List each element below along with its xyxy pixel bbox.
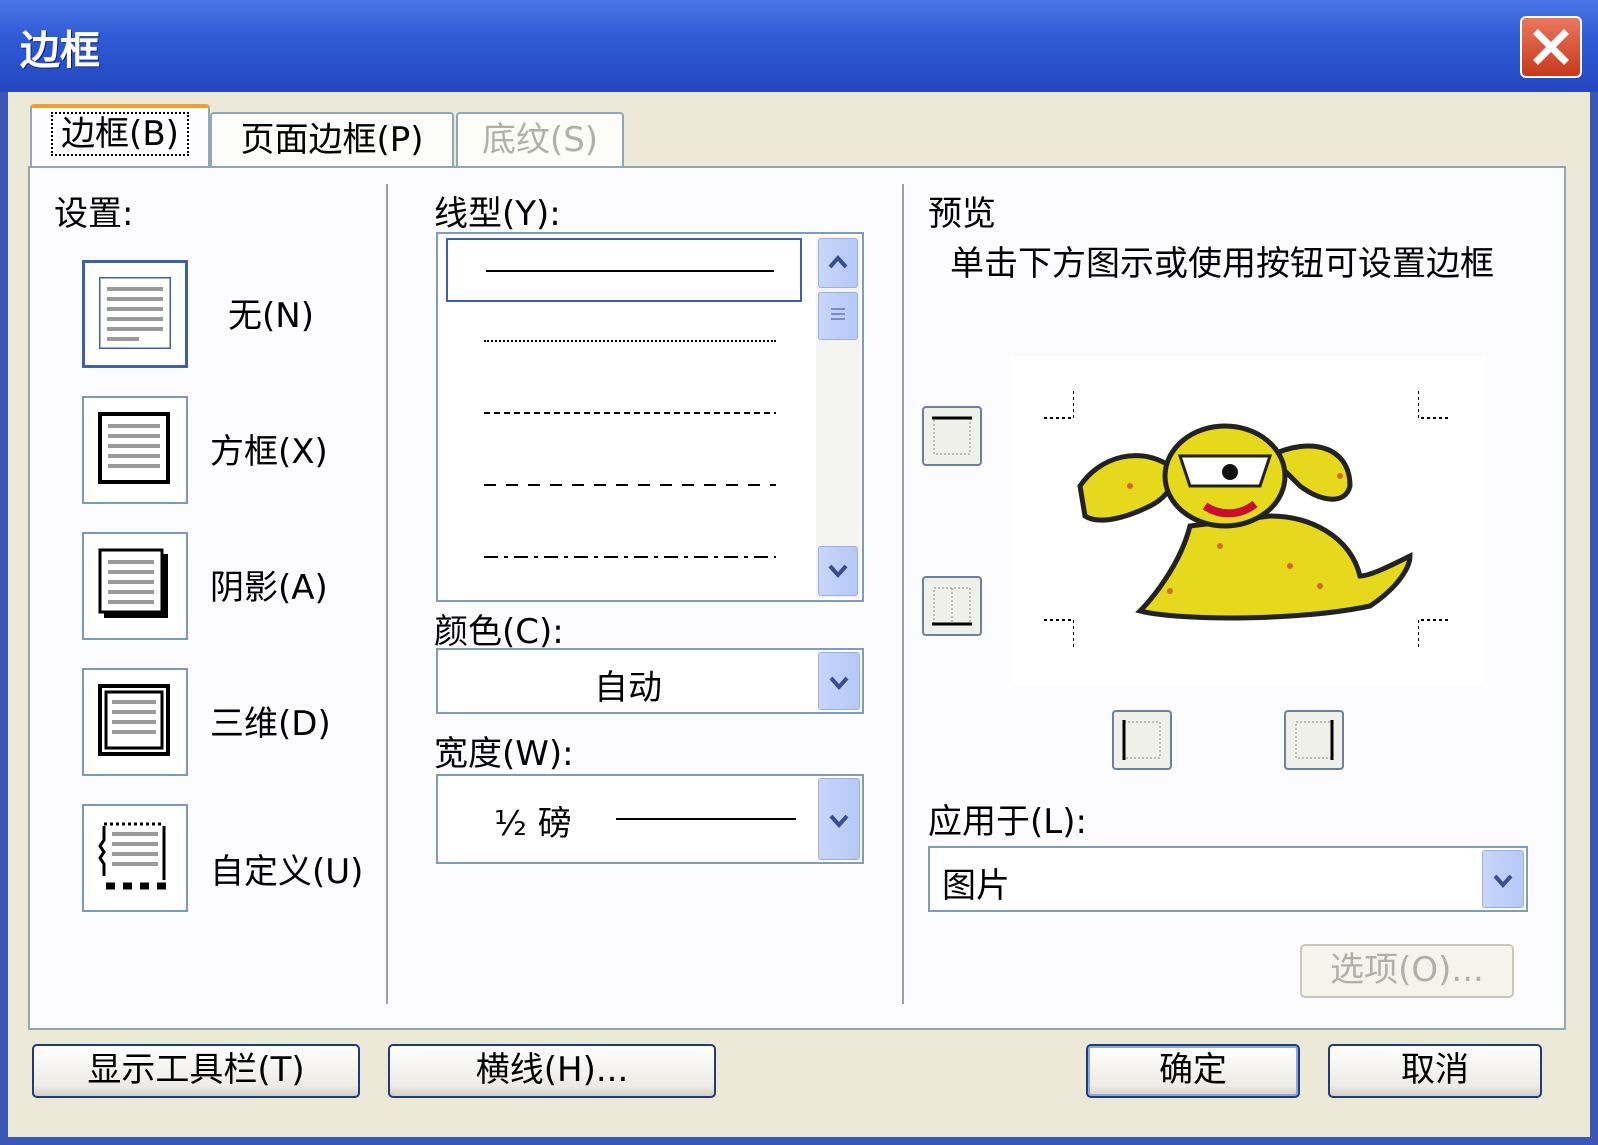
dialog-window: 边框 边框(B) 页面边框(P) 底纹(S) 设置: 无(N) 方框(X) 阴影… bbox=[0, 0, 1598, 1145]
setting-none-label[interactable]: 无(N) bbox=[228, 288, 314, 337]
horizontal-line-label: 横线(H)... bbox=[475, 1050, 629, 1090]
setting-none-button[interactable] bbox=[82, 260, 188, 368]
options-button: 选项(O)... bbox=[1300, 944, 1514, 998]
width-value: ½ 磅 bbox=[494, 804, 572, 844]
width-dropdown-arrow[interactable] bbox=[818, 778, 860, 860]
chevron-down-icon bbox=[1493, 874, 1513, 889]
setting-none-icon bbox=[99, 277, 171, 349]
apply-to-value: 图片 bbox=[942, 866, 1010, 906]
setting-3d-icon bbox=[98, 684, 170, 756]
border-bottom-button[interactable] bbox=[922, 576, 982, 636]
tab-borders-label: 边框(B) bbox=[51, 112, 189, 156]
title-bar: 边框 bbox=[0, 0, 1598, 92]
line-style-scrollbar[interactable] bbox=[816, 236, 860, 598]
border-bottom-icon bbox=[932, 587, 972, 626]
line-style-heading: 线型(Y): bbox=[434, 194, 561, 234]
border-right-icon bbox=[1295, 720, 1334, 760]
corner-mark bbox=[1418, 390, 1448, 419]
cancel-button[interactable]: 取消 bbox=[1328, 1044, 1542, 1098]
line-style-dashed-fine[interactable] bbox=[446, 382, 802, 446]
line-style-dashed[interactable] bbox=[446, 454, 802, 518]
border-top-button[interactable] bbox=[922, 406, 982, 466]
apply-to-dropdown[interactable]: 图片 bbox=[928, 846, 1528, 912]
ok-button[interactable]: 确定 bbox=[1086, 1044, 1300, 1098]
setting-custom-button[interactable] bbox=[82, 804, 188, 912]
color-dropdown[interactable]: 自动 bbox=[436, 648, 864, 714]
preview-hint: 单击下方图示或使用按钮可设置边框 bbox=[950, 244, 1494, 284]
divider bbox=[902, 184, 905, 1004]
scroll-thumb[interactable] bbox=[818, 292, 858, 340]
close-icon bbox=[1533, 29, 1569, 65]
color-value: 自动 bbox=[594, 668, 662, 708]
line-style-dash-dot[interactable] bbox=[446, 526, 802, 590]
dog-clipart-image bbox=[1077, 423, 1413, 621]
preview-heading: 预览 bbox=[928, 194, 996, 234]
tab-shading: 底纹(S) bbox=[456, 112, 624, 170]
tab-page-border-label: 页面边框(P) bbox=[240, 120, 424, 160]
line-style-list[interactable] bbox=[436, 232, 864, 602]
chevron-down-icon bbox=[829, 814, 849, 829]
dialog-title: 边框 bbox=[20, 28, 100, 74]
line-style-solid[interactable] bbox=[446, 238, 802, 302]
corner-mark bbox=[1418, 619, 1448, 648]
border-right-button[interactable] bbox=[1284, 710, 1344, 770]
show-toolbar-label: 显示工具栏(T) bbox=[87, 1050, 305, 1090]
ok-label: 确定 bbox=[1159, 1050, 1227, 1090]
setting-3d-label[interactable]: 三维(D) bbox=[210, 696, 331, 745]
cancel-label: 取消 bbox=[1401, 1050, 1469, 1090]
setting-custom-label[interactable]: 自定义(U) bbox=[210, 844, 363, 893]
width-heading: 宽度(W): bbox=[434, 734, 574, 774]
options-button-label: 选项(O)... bbox=[1330, 950, 1484, 990]
width-dropdown[interactable]: ½ 磅 bbox=[436, 774, 864, 864]
chevron-down-icon bbox=[829, 676, 849, 691]
line-style-dotted[interactable] bbox=[446, 310, 802, 374]
dialog-body: 边框(B) 页面边框(P) 底纹(S) 设置: 无(N) 方框(X) 阴影(A)… bbox=[8, 92, 1590, 1137]
setting-shadow-button[interactable] bbox=[82, 532, 188, 640]
setting-box-label[interactable]: 方框(X) bbox=[210, 424, 328, 473]
preview-area[interactable] bbox=[1010, 356, 1486, 686]
chevron-up-icon bbox=[828, 254, 848, 269]
scroll-down-button[interactable] bbox=[818, 546, 858, 596]
apply-to-dropdown-arrow[interactable] bbox=[1482, 850, 1524, 908]
tab-shading-label: 底纹(S) bbox=[481, 120, 599, 160]
border-top-icon bbox=[932, 416, 972, 455]
apply-to-heading: 应用于(L): bbox=[928, 802, 1087, 842]
tab-panel: 设置: 无(N) 方框(X) 阴影(A) 三维(D) 自定义(U) 线型(Y):… bbox=[28, 166, 1566, 1030]
setting-box-icon bbox=[98, 412, 170, 484]
color-dropdown-arrow[interactable] bbox=[818, 652, 860, 710]
setting-custom-icon bbox=[98, 822, 166, 890]
divider bbox=[386, 184, 389, 1004]
close-button[interactable] bbox=[1520, 16, 1582, 78]
setting-shadow-icon bbox=[98, 548, 168, 618]
chevron-down-icon bbox=[828, 564, 848, 579]
color-heading: 颜色(C): bbox=[434, 612, 564, 652]
width-sample-line bbox=[616, 818, 796, 820]
grip-icon bbox=[831, 308, 845, 320]
setting-box-button[interactable] bbox=[82, 396, 188, 504]
scroll-up-button[interactable] bbox=[818, 238, 858, 288]
show-toolbar-button[interactable]: 显示工具栏(T) bbox=[32, 1044, 360, 1098]
border-left-button[interactable] bbox=[1112, 710, 1172, 770]
tab-page-border[interactable]: 页面边框(P) bbox=[210, 112, 454, 170]
setting-3d-button[interactable] bbox=[82, 668, 188, 776]
settings-heading: 设置: bbox=[54, 194, 134, 234]
horizontal-line-button[interactable]: 横线(H)... bbox=[388, 1044, 716, 1098]
setting-shadow-label[interactable]: 阴影(A) bbox=[210, 560, 328, 609]
tab-borders[interactable]: 边框(B) bbox=[30, 104, 210, 168]
border-left-icon bbox=[1122, 720, 1161, 760]
